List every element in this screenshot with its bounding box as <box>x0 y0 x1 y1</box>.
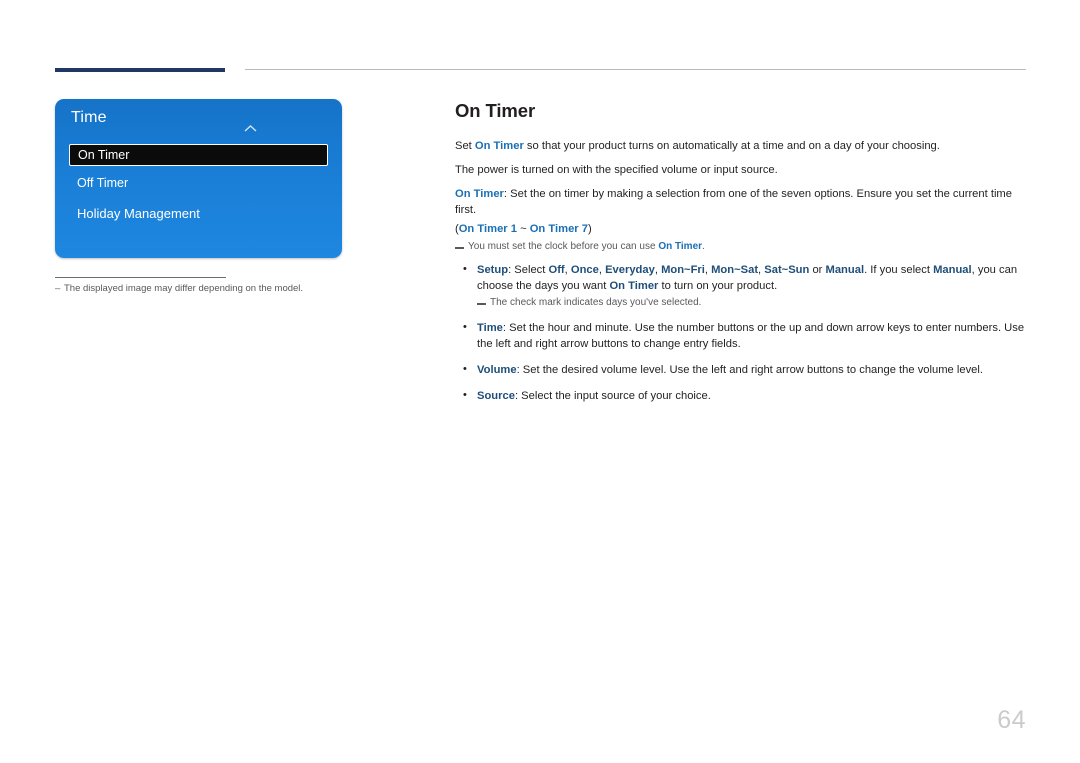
chevron-up-icon <box>244 125 257 132</box>
volume-label: Volume <box>477 364 517 376</box>
settings-list: Setup: Select Off, Once, Everyday, Mon~F… <box>455 261 1027 404</box>
on-timer-term: On Timer <box>455 188 504 200</box>
note-check-mark: The check mark indicates days you've sel… <box>477 296 1027 310</box>
page-title: On Timer <box>455 100 536 121</box>
note-clock-text-a: You must set the clock before you can us… <box>468 241 659 252</box>
time-label: Time <box>477 322 503 334</box>
setup-option-manual-2: Manual <box>933 264 972 276</box>
on-timer-desc-text: : Set the on timer by making a selection… <box>455 188 1012 216</box>
intro-term-on-timer: On Timer <box>474 140 524 152</box>
header-divider-rule <box>245 69 1026 70</box>
paragraph-on-timer-desc: On Timer: Set the on timer by making a s… <box>455 186 1027 218</box>
time-text: : Set the hour and minute. Use the numbe… <box>477 322 1025 350</box>
note-clock: You must set the clock before you can us… <box>455 240 1027 254</box>
figure-footnote: – The displayed image may differ dependin… <box>55 282 385 295</box>
intro-text-a: Set <box>455 140 475 152</box>
setup-option-manual: Manual <box>825 264 865 276</box>
volume-text: : Set the desired volume level. Use the … <box>516 364 983 376</box>
menu-item-holiday-management[interactable]: Holiday Management <box>69 203 328 224</box>
paragraph-power: The power is turned on with the specifie… <box>455 164 778 176</box>
menu-item-off-timer[interactable]: Off Timer <box>69 173 328 194</box>
paragraph-intro: Set On Timer so that your product turns … <box>455 138 1027 154</box>
menu-panel-title: Time <box>71 109 107 126</box>
list-item-time: Time: Set the hour and minute. Use the n… <box>455 319 1027 352</box>
setup-option-sat-sun: Sat~Sun <box>764 264 810 276</box>
intro-text-c: so that your product turns on automatica… <box>523 140 940 152</box>
footnote-text: The displayed image may differ depending… <box>64 283 304 294</box>
header-accent-rule <box>55 68 225 72</box>
setup-option-mon-fri: Mon~Fri <box>661 264 705 276</box>
source-label: Source <box>477 390 515 402</box>
paragraph-range: (On Timer 1 ~ On Timer 7) <box>455 221 1027 237</box>
range-close: ) <box>587 223 592 235</box>
source-text: : Select the input source of your choice… <box>514 390 711 402</box>
range-mid: ~ <box>516 223 530 235</box>
footnote-dash: – <box>55 283 61 294</box>
footnote-divider <box>55 277 226 278</box>
setup-option-once: Once <box>570 264 599 276</box>
note-clock-text-c: . <box>702 241 705 252</box>
list-item-volume: Volume: Set the desired volume level. Us… <box>455 361 1027 378</box>
list-item-source: Source: Select the input source of your … <box>455 387 1027 404</box>
setup-label: Setup <box>477 264 509 276</box>
list-item-setup: Setup: Select Off, Once, Everyday, Mon~F… <box>455 261 1027 310</box>
menu-item-on-timer[interactable]: On Timer <box>69 144 328 166</box>
main-content: On Timer Set On Timer so that your produ… <box>455 100 1027 414</box>
setup-term-on-timer: On Timer <box>609 280 659 292</box>
setup-option-everyday: Everyday <box>605 264 655 276</box>
setup-text-c: . If you select <box>864 264 934 276</box>
time-menu-panel: Time On Timer Off Timer Holiday Manageme… <box>55 99 342 258</box>
page-number: 64 <box>997 706 1026 734</box>
setup-option-off: Off <box>548 264 565 276</box>
setup-text-e: to turn on your product. <box>658 280 778 292</box>
setup-option-mon-sat: Mon~Sat <box>711 264 759 276</box>
range-start: On Timer 1 <box>458 223 517 235</box>
note-clock-term: On Timer <box>658 241 703 252</box>
range-end: On Timer 7 <box>529 223 588 235</box>
setup-text-b: or <box>809 264 826 276</box>
setup-text-a: : Select <box>508 264 549 276</box>
